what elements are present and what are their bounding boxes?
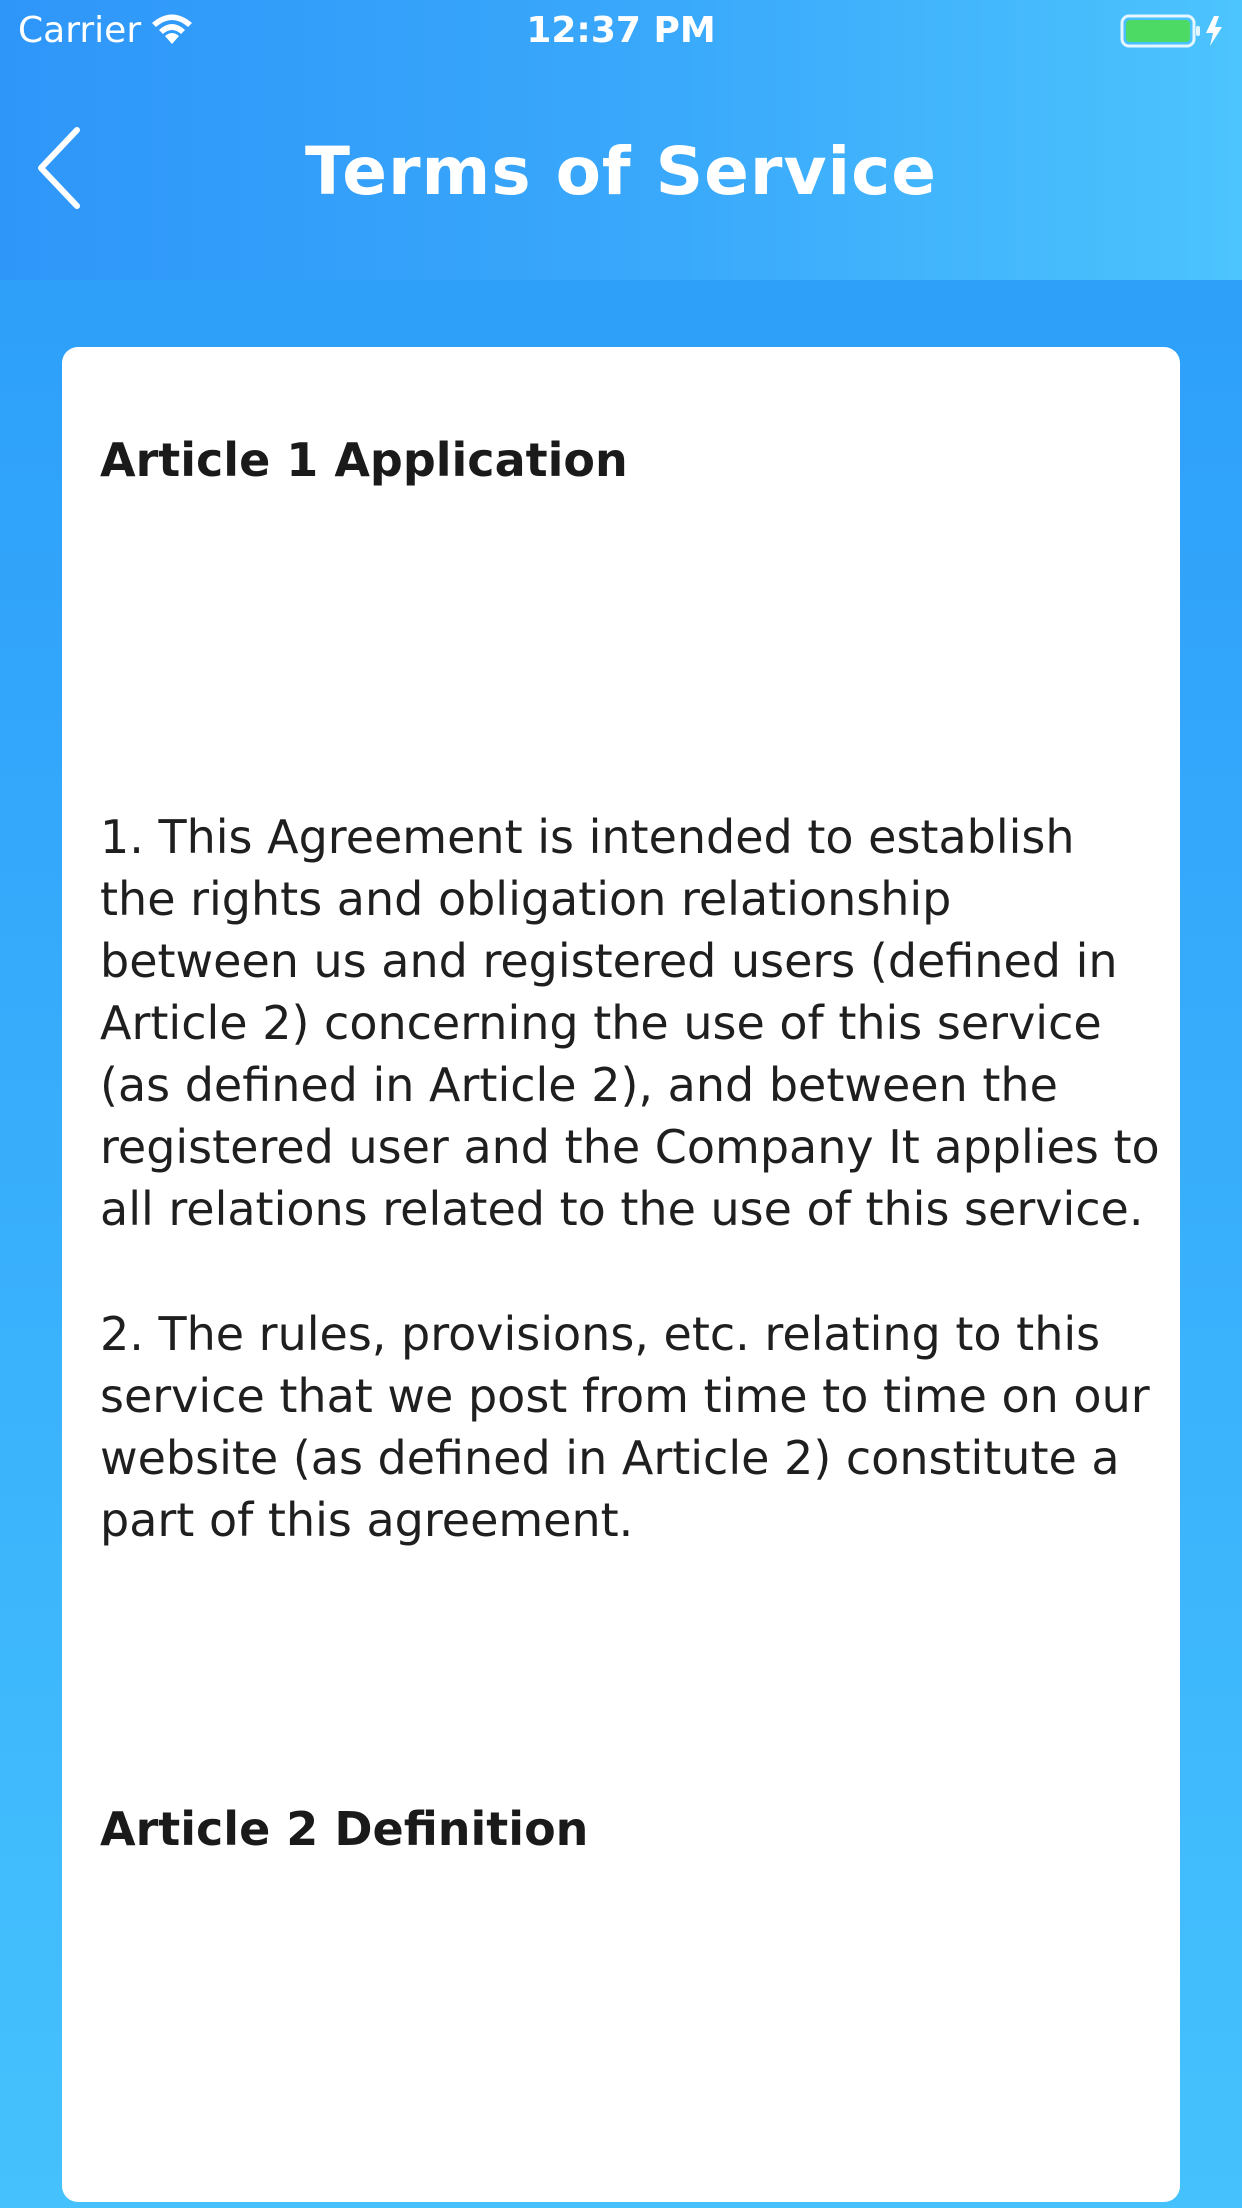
header: Carrier 12:37 PM Terms of Service bbox=[0, 0, 1242, 280]
article-2-heading: Article 2 Definition bbox=[100, 1802, 589, 1856]
terms-content-card: Article 1 Application 1. This Agreement … bbox=[62, 347, 1180, 2202]
nav-bar: Terms of Service bbox=[0, 62, 1242, 280]
page-title: Terms of Service bbox=[304, 133, 937, 210]
article-1-paragraph-2: 2. The rules, provisions, etc. relating … bbox=[100, 1307, 1150, 1547]
article-1-heading: Article 1 Application bbox=[100, 433, 628, 487]
battery-charging-icon bbox=[1120, 12, 1230, 50]
article-1-paragraph-1: 1. This Agreement is intended to establi… bbox=[100, 810, 1160, 1236]
status-bar: Carrier 12:37 PM bbox=[0, 0, 1242, 62]
status-time: 12:37 PM bbox=[526, 10, 716, 51]
